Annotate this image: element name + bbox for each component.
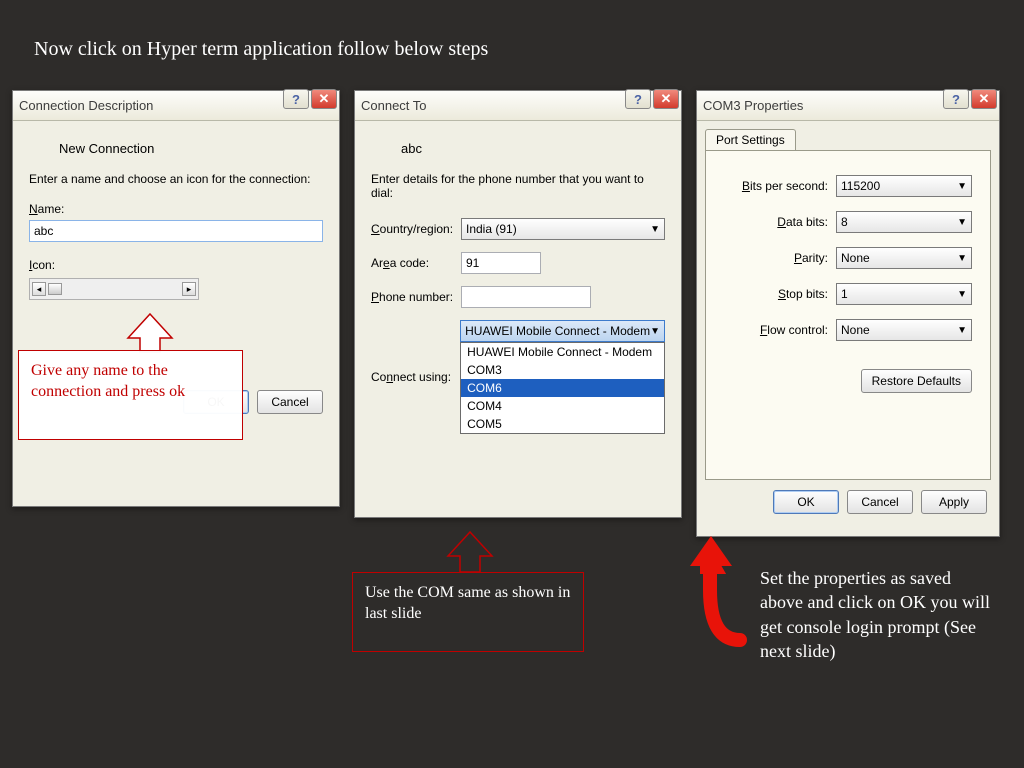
option[interactable]: HUAWEI Mobile Connect - Modem — [461, 343, 664, 361]
dialog-prompt: Enter details for the phone number that … — [371, 172, 665, 200]
parity-select[interactable]: None▼ — [836, 247, 972, 269]
option[interactable]: COM3 — [461, 361, 664, 379]
annotation-properties: Set the properties as saved above and cl… — [760, 566, 990, 663]
tab-port-settings[interactable]: Port Settings — [705, 129, 796, 150]
connect-label: Connect using: — [371, 370, 460, 384]
dialog-subtitle: abc — [401, 141, 665, 156]
chevron-down-icon: ▼ — [957, 181, 967, 192]
chevron-down-icon: ▼ — [957, 325, 967, 336]
name-input[interactable] — [29, 220, 323, 242]
arrow-right-icon[interactable]: ▸ — [182, 282, 196, 296]
country-select[interactable]: India (91)▼ — [461, 218, 665, 240]
annotation-com: Use the COM same as shown in last slide — [352, 572, 584, 652]
stopbits-select[interactable]: 1▼ — [836, 283, 972, 305]
connect-using-select[interactable]: HUAWEI Mobile Connect - Modem▼ — [460, 320, 665, 342]
slide-title: Now click on Hyper term application foll… — [34, 38, 488, 61]
icon-picker[interactable]: ◂ ▸ — [29, 278, 199, 300]
close-button[interactable]: ✕ — [971, 89, 997, 109]
chevron-down-icon: ▼ — [650, 326, 660, 337]
bits-select[interactable]: 115200▼ — [836, 175, 972, 197]
help-button[interactable]: ? — [943, 89, 969, 109]
help-button[interactable]: ? — [625, 89, 651, 109]
chevron-down-icon: ▼ — [957, 217, 967, 228]
apply-button[interactable]: Apply — [921, 490, 987, 514]
titlebar: Connection Description ? ✕ — [13, 91, 339, 121]
dialog-title: Connect To — [361, 98, 427, 113]
titlebar: Connect To ? ✕ — [355, 91, 681, 121]
cancel-button[interactable]: Cancel — [257, 390, 323, 414]
ok-button[interactable]: OK — [773, 490, 839, 514]
phone-input[interactable] — [461, 286, 591, 308]
databits-select[interactable]: 8▼ — [836, 211, 972, 233]
annotation-name: Give any name to the connection and pres… — [18, 350, 243, 440]
phone-label: Phone number: — [371, 290, 461, 304]
dialog-connection-description: Connection Description ? ✕ New Connectio… — [12, 90, 340, 507]
dialog-title: Connection Description — [19, 98, 153, 113]
dialog-prompt: Enter a name and choose an icon for the … — [29, 172, 323, 186]
help-button[interactable]: ? — [283, 89, 309, 109]
chevron-down-icon: ▼ — [957, 289, 967, 300]
restore-defaults-button[interactable]: Restore Defaults — [861, 369, 972, 393]
area-input[interactable] — [461, 252, 541, 274]
option[interactable]: COM4 — [461, 397, 664, 415]
bits-label: Bits per second: — [724, 179, 836, 193]
chevron-down-icon: ▼ — [650, 224, 660, 235]
dialog-connect-to: Connect To ? ✕ abc Enter details for the… — [354, 90, 682, 518]
option[interactable]: COM5 — [461, 415, 664, 433]
dialog-subtitle: New Connection — [59, 141, 323, 156]
titlebar: COM3 Properties ? ✕ — [697, 91, 999, 121]
country-label: Country/region: — [371, 222, 461, 236]
arrow-icon — [440, 530, 500, 576]
tab-pane: Bits per second: 115200▼ Data bits: 8▼ P… — [705, 150, 991, 480]
dialog-title: COM3 Properties — [703, 98, 803, 113]
close-button[interactable]: ✕ — [311, 89, 337, 109]
parity-label: Parity: — [724, 251, 836, 265]
dialog-com-properties: COM3 Properties ? ✕ Port Settings Bits p… — [696, 90, 1000, 537]
flow-label: Flow control: — [724, 323, 836, 337]
option-selected[interactable]: COM6 — [461, 379, 664, 397]
flow-select[interactable]: None▼ — [836, 319, 972, 341]
name-label: Name: — [29, 202, 323, 216]
icon-label: Icon: — [29, 258, 323, 272]
scroll-thumb[interactable] — [48, 283, 62, 295]
databits-label: Data bits: — [724, 215, 836, 229]
connect-using-options[interactable]: HUAWEI Mobile Connect - Modem COM3 COM6 … — [460, 342, 665, 434]
cancel-button[interactable]: Cancel — [847, 490, 913, 514]
area-label: Area code: — [371, 256, 461, 270]
chevron-down-icon: ▼ — [957, 253, 967, 264]
close-button[interactable]: ✕ — [653, 89, 679, 109]
arrow-head-icon — [688, 534, 734, 570]
arrow-left-icon[interactable]: ◂ — [32, 282, 46, 296]
stopbits-label: Stop bits: — [724, 287, 836, 301]
